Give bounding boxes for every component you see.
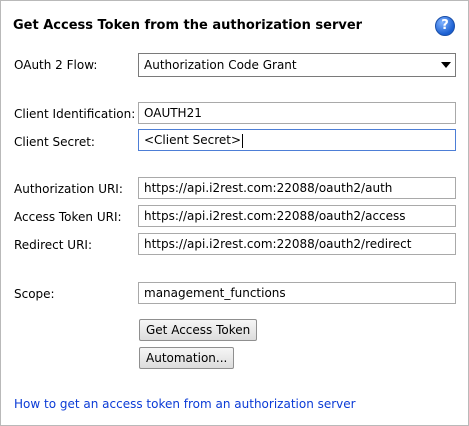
help-link[interactable]: How to get an access token from an autho… (14, 397, 356, 411)
client-id-field[interactable]: OAUTH21 (138, 102, 456, 124)
client-secret-field[interactable]: <Client Secret> (138, 129, 456, 151)
get-access-token-button[interactable]: Get Access Token (139, 319, 258, 341)
auth-uri-field[interactable]: https://api.i2rest.com:22088/oauth2/auth (138, 177, 456, 199)
client-secret-value: <Client Secret> (144, 133, 242, 147)
text-caret (242, 133, 244, 148)
help-icon[interactable]: ? (435, 16, 455, 36)
client-id-value: OAUTH21 (144, 106, 202, 120)
auth-uri-value: https://api.i2rest.com:22088/oauth2/auth (144, 181, 393, 195)
token-uri-field[interactable]: https://api.i2rest.com:22088/oauth2/acce… (138, 205, 456, 227)
client-id-label: Client Identification: (14, 107, 136, 121)
auth-uri-label: Authorization URI: (14, 182, 123, 196)
oauth-panel: Get Access Token from the authorization … (0, 0, 469, 426)
scope-label: Scope: (14, 287, 55, 301)
oauth-flow-label: OAuth 2 Flow: (14, 58, 98, 72)
automation-button[interactable]: Automation... (139, 347, 235, 369)
redirect-uri-field[interactable]: https://api.i2rest.com:22088/oauth2/redi… (138, 233, 456, 255)
redirect-uri-value: https://api.i2rest.com:22088/oauth2/redi… (144, 237, 412, 251)
token-uri-label: Access Token URI: (14, 210, 122, 224)
client-secret-label: Client Secret: (14, 135, 95, 149)
redirect-uri-label: Redirect URI: (14, 238, 93, 252)
panel-title: Get Access Token from the authorization … (13, 18, 363, 33)
chevron-down-icon[interactable] (441, 62, 451, 68)
token-uri-value: https://api.i2rest.com:22088/oauth2/acce… (144, 209, 406, 223)
scope-value: management_functions (144, 286, 286, 300)
oauth-flow-selected: Authorization Code Grant (144, 58, 297, 72)
scope-field[interactable]: management_functions (138, 282, 456, 304)
oauth-flow-select[interactable]: Authorization Code Grant (138, 53, 456, 77)
